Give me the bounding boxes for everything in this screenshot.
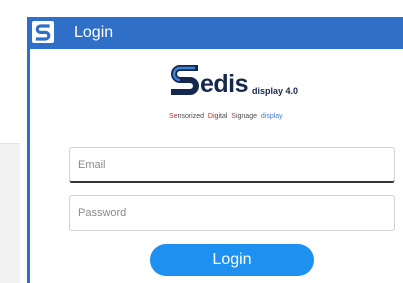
login-button[interactable]: Login bbox=[150, 244, 314, 276]
title-bar[interactable]: Login bbox=[27, 17, 403, 49]
tagline-word: gital bbox=[214, 113, 228, 120]
sedis-logo: edis display 4.0 bbox=[169, 62, 309, 110]
window-title: Login bbox=[74, 24, 114, 41]
tagline-word: display bbox=[260, 113, 283, 120]
tagline-letters: Se bbox=[169, 113, 178, 120]
window-border bbox=[27, 49, 30, 283]
email-field[interactable] bbox=[69, 147, 395, 183]
logo-brand-text: edis bbox=[200, 70, 249, 98]
logo-tagline: Sensorized Digital Signage display bbox=[169, 112, 329, 121]
password-field[interactable] bbox=[69, 195, 395, 231]
screen: Login edis display 4.0 Sensorized Digita… bbox=[0, 0, 403, 283]
app-logo-icon bbox=[32, 21, 54, 43]
tagline-letters: Di bbox=[207, 113, 215, 120]
tagline-word: ignage bbox=[235, 113, 257, 120]
tagline-word: nsorized bbox=[177, 113, 205, 120]
login-dialog: Login edis display 4.0 Sensorized Digita… bbox=[27, 17, 403, 283]
logo-version-text: display 4.0 bbox=[252, 86, 299, 96]
sedis-s-mark-icon bbox=[171, 65, 199, 95]
background-panel bbox=[0, 143, 20, 283]
